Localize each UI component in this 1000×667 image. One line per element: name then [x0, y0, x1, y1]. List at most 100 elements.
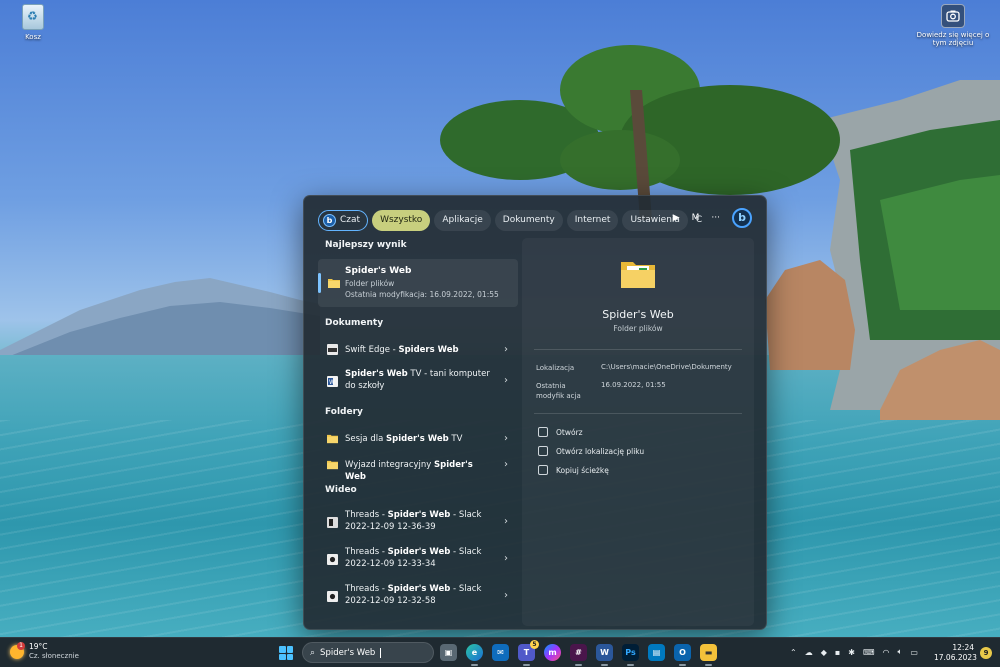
- taskbar-search-box[interactable]: ⌕ Spider's Web: [302, 642, 434, 663]
- time: 12:24: [952, 643, 974, 652]
- video-item[interactable]: Threads - Spider's Web - Slack 2022-12-09…: [318, 578, 518, 614]
- camera-label: Dowiedz się więcej o tym zdjęciu: [916, 31, 990, 47]
- location-value: C:\Users\macie\OneDrive\Dokumenty: [601, 363, 732, 371]
- outlook-icon[interactable]: O: [674, 644, 691, 666]
- tab-documents[interactable]: Dokumenty: [494, 209, 563, 231]
- trello-icon[interactable]: ▤: [648, 644, 665, 661]
- divider: [534, 349, 742, 350]
- messenger-icon[interactable]: m: [544, 644, 561, 661]
- video-item-label: Threads - Spider's Web - Slack 2022-12-09…: [345, 510, 482, 532]
- result-preview: Spider's Web Folder plików Lokalizacja C…: [522, 238, 754, 626]
- bing-chat-icon: b: [323, 213, 336, 227]
- search-input[interactable]: Spider's Web: [320, 648, 375, 658]
- chevron-right-icon[interactable]: ›: [504, 553, 508, 564]
- weather-widget[interactable]: 1 19°C Cz. słonecznie: [10, 641, 79, 661]
- video-item-label: Threads - Spider's Web - Slack 2022-12-09…: [345, 547, 482, 569]
- weather-desc: Cz. słonecznie: [29, 652, 79, 660]
- tab-web[interactable]: Internet: [566, 209, 619, 231]
- mountains: [0, 278, 320, 360]
- recycle-icon: [22, 4, 44, 30]
- weather-badge: 1: [17, 641, 25, 650]
- folder-item-label: Sesja dla Spider's Web TV: [345, 434, 463, 444]
- best-match-item[interactable]: Spider's Web Folder plików Ostatnia mody…: [318, 259, 518, 307]
- tab-actions: ▶ M ··· b: [673, 208, 752, 228]
- tab-label: Czat: [340, 214, 361, 225]
- app-tray-icon[interactable]: ▪: [835, 648, 840, 657]
- open-location-action[interactable]: Otwórz lokalizację pliku: [538, 446, 644, 456]
- folder-icon: [328, 279, 340, 288]
- tab-chat[interactable]: b Czat: [318, 209, 369, 231]
- taskbar: 1 19°C Cz. słonecznie ⌕ Spider's Web ▣ e…: [0, 637, 1000, 667]
- pine-tree: [440, 45, 840, 220]
- wifi-icon[interactable]: ◠: [883, 648, 890, 657]
- video-item[interactable]: Threads - Spider's Web - Slack 2022-12-09…: [318, 504, 518, 540]
- document-item-label: Spider's Web TV - tani komputer do szkoł…: [345, 369, 490, 391]
- search-icon: ⌕: [310, 647, 316, 658]
- best-match-type: Folder plików: [345, 279, 395, 288]
- rock: [765, 260, 855, 370]
- teams-icon[interactable]: T5: [518, 640, 539, 666]
- document-item[interactable]: W Spider's Web TV - tani komputer do szk…: [318, 363, 518, 399]
- tab-apps[interactable]: Aplikacje: [434, 209, 491, 231]
- document-item[interactable]: Swift Edge - Spiders Web ›: [318, 337, 518, 362]
- recycle-bin-label: Kosz: [25, 33, 41, 41]
- copy-path-action[interactable]: Kopiuj ścieżkę: [538, 465, 609, 475]
- camera-icon: [941, 4, 965, 28]
- clock[interactable]: 12:24 17.06.2023: [934, 643, 977, 663]
- bing-icon[interactable]: b: [732, 208, 752, 228]
- show-hidden-icons-icon[interactable]: ⌃: [790, 648, 797, 657]
- account-initial[interactable]: M: [692, 213, 700, 223]
- search-tabs: b Czat Wszystko Aplikacje Dokumenty Inte…: [318, 209, 706, 231]
- file-explorer-icon[interactable]: ▬: [700, 644, 717, 666]
- slack-icon[interactable]: #: [570, 644, 587, 666]
- word-icon[interactable]: W: [596, 644, 613, 666]
- edge-icon[interactable]: e: [466, 644, 483, 666]
- tab-all[interactable]: Wszystko: [372, 209, 431, 231]
- battery-icon[interactable]: ▭: [910, 648, 918, 657]
- learn-about-picture-icon[interactable]: Dowiedz się więcej o tym zdjęciu: [914, 4, 992, 47]
- chevron-right-icon[interactable]: ›: [504, 375, 508, 386]
- folder-item[interactable]: Sesja dla Spider's Web TV ›: [318, 426, 518, 451]
- video-item[interactable]: Threads - Spider's Web - Slack 2022-12-09…: [318, 541, 518, 577]
- tabs-scroll-right-icon[interactable]: ▶: [673, 213, 680, 223]
- language-icon[interactable]: ⌨: [863, 648, 875, 657]
- more-options-icon[interactable]: ···: [711, 213, 720, 223]
- onedrive-icon[interactable]: ☁: [805, 648, 813, 657]
- chevron-right-icon[interactable]: ›: [504, 459, 508, 470]
- task-view-icon[interactable]: ▣: [440, 644, 457, 661]
- modified-label: Ostatnia modyfik acja: [536, 382, 581, 400]
- pinned-apps: ▣ e ✉ T5 m # W Ps ▤ O ▬: [440, 640, 717, 666]
- document-item-label: Swift Edge - Spiders Web: [345, 345, 459, 355]
- video-item-label: Threads - Spider's Web - Slack 2022-12-09…: [345, 584, 482, 606]
- video-thumbnail-icon: [327, 554, 338, 565]
- mail-icon[interactable]: ✉: [492, 644, 509, 661]
- document-thumbnail-icon: [327, 344, 338, 355]
- photoshop-icon[interactable]: Ps: [622, 644, 639, 666]
- results-list: Najlepszy wynik Spider's Web Folder plik…: [318, 240, 518, 615]
- teams-badge: 5: [530, 640, 539, 649]
- volume-icon[interactable]: 🔈︎: [898, 647, 903, 657]
- rock: [880, 340, 1000, 420]
- chevron-right-icon[interactable]: ›: [504, 516, 508, 527]
- sun-icon: 1: [10, 641, 25, 659]
- preview-subtitle: Folder plików: [613, 324, 663, 333]
- section-videos: Wideo: [325, 485, 357, 495]
- folder-item[interactable]: Wyjazd integracyjny Spider's Web ›: [318, 452, 518, 482]
- open-action[interactable]: Otwórz: [538, 427, 583, 437]
- chevron-right-icon[interactable]: ›: [504, 344, 508, 355]
- chevron-right-icon[interactable]: ›: [504, 590, 508, 601]
- defender-icon[interactable]: ◆: [821, 648, 827, 657]
- recycle-bin-icon[interactable]: Kosz: [16, 4, 50, 41]
- system-tray: ⌃ ☁ ◆ ▪ ✱ ⌨ ◠ 🔈︎ ▭: [790, 647, 918, 657]
- chevron-right-icon[interactable]: ›: [504, 433, 508, 444]
- folder-icon: [327, 434, 338, 444]
- slack-tray-icon[interactable]: ✱: [848, 648, 855, 657]
- folder-item-label: Wyjazd integracyjny Spider's Web: [345, 460, 473, 482]
- notification-badge[interactable]: 9: [980, 647, 992, 659]
- copy-icon: [538, 465, 548, 475]
- search-panel: b Czat Wszystko Aplikacje Dokumenty Inte…: [303, 195, 767, 630]
- preview-title: Spider's Web: [602, 308, 674, 321]
- section-best-match: Najlepszy wynik: [325, 240, 407, 250]
- best-match-modified: Ostatnia modyfikacja: 16.09.2022, 01:55: [345, 290, 499, 299]
- start-button[interactable]: [279, 646, 293, 660]
